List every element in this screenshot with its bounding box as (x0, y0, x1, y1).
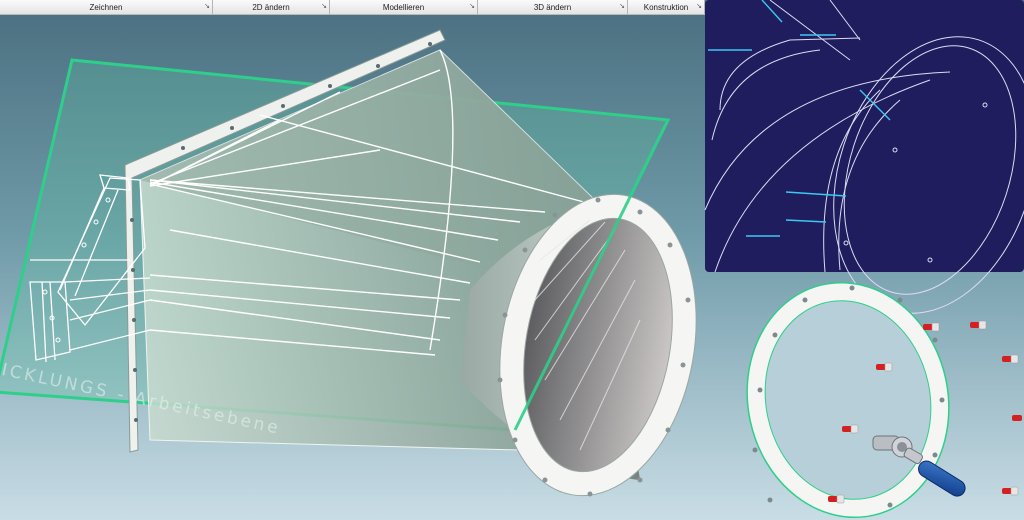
bolt-icon (842, 424, 859, 434)
toolbar-group-2d-aendern[interactable]: 2D ändern ↘ (213, 0, 330, 14)
toolbar-group-modellieren[interactable]: Modellieren ↘ (330, 0, 478, 14)
toolbar-group-label: 3D ändern (533, 2, 572, 12)
bolt-icon (1002, 354, 1019, 364)
toolbar-group-zeichnen[interactable]: Zeichnen ↘ (0, 0, 213, 14)
bolt-icon (1002, 486, 1019, 496)
toolbar-group-label: Zeichnen (89, 2, 123, 12)
expand-arrow-icon[interactable]: ↘ (619, 2, 625, 10)
bolt-icon (876, 362, 893, 372)
cad-viewport[interactable] (0, 0, 1024, 520)
expand-arrow-icon[interactable]: ↘ (696, 2, 702, 10)
toolbar-group-label: Konstruktion (643, 2, 689, 12)
toolbar-group-3d-aendern[interactable]: 3D ändern ↘ (478, 0, 628, 14)
toolbar-group-konstruktion[interactable]: Konstruktion ↘ (628, 0, 705, 14)
ribbon-toolbar: Zeichnen ↘ 2D ändern ↘ Modellieren ↘ 3D … (0, 0, 705, 15)
bolt-icon (970, 320, 987, 330)
bolt-icon (1012, 415, 1022, 421)
expand-arrow-icon[interactable]: ↘ (204, 2, 210, 10)
bolt-icon (923, 322, 940, 332)
toolbar-group-label: Modellieren (382, 2, 425, 12)
toolbar-group-label: 2D ändern (252, 2, 290, 12)
expand-arrow-icon[interactable]: ↘ (469, 2, 475, 10)
expand-arrow-icon[interactable]: ↘ (321, 2, 327, 10)
bolt-icon (828, 494, 845, 504)
